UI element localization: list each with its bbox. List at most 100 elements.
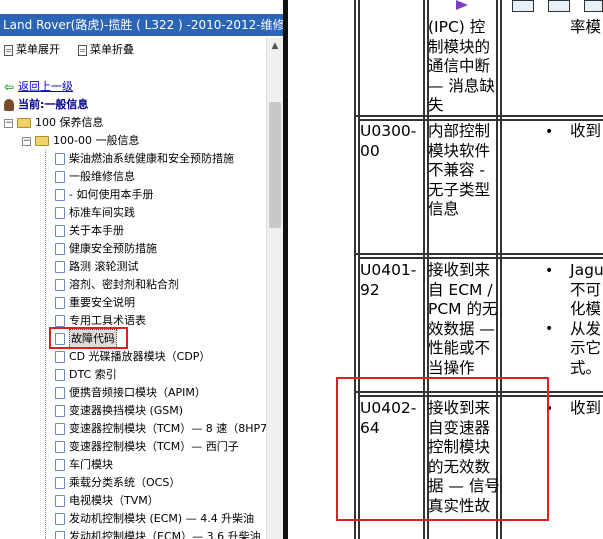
document-icon xyxy=(4,44,13,56)
tree-leaf-label: 一般维修信息 xyxy=(69,170,135,183)
tree-leaf-label: 重要安全说明 xyxy=(69,296,135,309)
page-icon xyxy=(55,315,65,327)
page-icon xyxy=(55,531,65,539)
page-icon xyxy=(55,441,65,453)
tree-leaf-label: 车门模块 xyxy=(69,458,113,471)
tree-leaf[interactable]: 路测 滚轮测试 xyxy=(55,258,139,276)
menu-collapse-button[interactable]: 菜单折叠 xyxy=(78,40,134,60)
tree-leaf[interactable]: 发动机控制模块 (ECM) — 4.4 升柴油 xyxy=(55,510,254,528)
tree-scrollbar[interactable]: ▲ xyxy=(266,38,283,539)
page-icon xyxy=(55,171,65,183)
page-icon xyxy=(55,351,65,363)
back-link-label: 返回上一级 xyxy=(18,80,74,93)
page-icon xyxy=(55,405,65,417)
toolbar-button[interactable] xyxy=(548,0,570,12)
tree-leaf[interactable]: CD 光碟播放器模块（CDP） xyxy=(55,348,210,366)
tree-leaf[interactable]: 重要安全说明 xyxy=(55,294,135,312)
tree-node-label: 100-00 一般信息 xyxy=(53,134,140,147)
page-icon xyxy=(55,387,65,399)
toolbar-button[interactable] xyxy=(512,0,534,12)
tree-leaf[interactable]: 一般维修信息 xyxy=(55,168,135,186)
bullet-icon: • xyxy=(545,263,554,279)
page-icon xyxy=(55,459,65,471)
tree-node-level2[interactable]: − 100-00 一般信息 xyxy=(22,132,139,150)
highlight-box-dtc xyxy=(336,377,549,521)
page-icon xyxy=(55,261,65,273)
page-icon xyxy=(55,243,65,255)
dtc-description: 内部控制 模块软件 不兼容 - 无子类型 信息 xyxy=(428,122,491,218)
collapse-icon[interactable]: − xyxy=(22,136,31,146)
tree-leaf[interactable]: 电视模块（TVM） xyxy=(55,492,159,510)
bullet-icon: • xyxy=(545,124,554,140)
dtc-code: U0300- 00 xyxy=(360,122,417,160)
scroll-up-arrow-icon[interactable]: ▲ xyxy=(267,38,283,54)
tree-leaf[interactable]: 关于本手册 xyxy=(55,222,124,240)
tree-leaf-label: 健康安全预防措施 xyxy=(69,242,157,255)
play-icon[interactable] xyxy=(456,0,468,10)
window-title: Land Rover(路虎)-揽胜 ( L322 ) -2010-2012-维修… xyxy=(0,14,283,36)
collapse-icon[interactable]: − xyxy=(4,118,13,128)
dtc-action: 收到 xyxy=(570,399,602,417)
page-icon xyxy=(55,153,65,165)
tree-leaf[interactable]: 溶剂、密封剂和粘合剂 xyxy=(55,276,179,294)
dtc-action: 收到 xyxy=(570,122,602,140)
tree-leaf[interactable]: - 如何使用本手册 xyxy=(55,186,153,204)
tree-leaf-label: 变速器控制模块（TCM）— 8 速（8HP70） xyxy=(69,422,266,435)
dtc-action: 率模 xyxy=(570,18,602,36)
page-icon xyxy=(55,207,65,219)
tree-node-label: 100 保养信息 xyxy=(35,116,104,129)
tree-leaf-label: 关于本手册 xyxy=(69,224,124,237)
tree-leaf[interactable]: 发动机控制模块（ECM）— 3.6 升柴油 xyxy=(55,528,261,539)
page-icon xyxy=(55,423,65,435)
page-icon xyxy=(55,513,65,525)
navigation-panel: Land Rover(路虎)-揽胜 ( L322 ) -2010-2012-维修… xyxy=(0,0,283,539)
dtc-action: Jagu 不可 化模 从发 示它 式。 xyxy=(570,261,603,377)
tree-leaf[interactable]: 健康安全预防措施 xyxy=(55,240,157,258)
back-arrow-icon: ⇦ xyxy=(4,80,15,94)
document-icon xyxy=(78,44,87,56)
person-icon xyxy=(4,99,14,111)
menu-expand-button[interactable]: 菜单展开 xyxy=(4,40,60,60)
tree-leaf-label: 乘载分类系统（OCS） xyxy=(69,476,181,489)
row-border xyxy=(358,119,603,121)
tree-leaf[interactable]: 便携音频接口模块（APIM） xyxy=(55,384,206,402)
page-icon xyxy=(55,297,65,309)
page-icon xyxy=(55,477,65,489)
tree-leaf-label: 标准车间实践 xyxy=(69,206,135,219)
document-toolbar xyxy=(288,0,603,14)
tree-leaf-label: 路测 滚轮测试 xyxy=(69,260,139,273)
tree-leaf[interactable]: 变速器控制模块（TCM）— 西门子 xyxy=(55,438,239,456)
tree-node-level1[interactable]: − 100 保养信息 xyxy=(4,114,104,132)
row-border xyxy=(354,253,603,255)
tree-leaf-label: CD 光碟播放器模块（CDP） xyxy=(69,350,211,363)
page-icon xyxy=(55,279,65,291)
current-location-label: 当前:一般信息 xyxy=(18,98,89,111)
back-link[interactable]: ⇦ 返回上一级 xyxy=(4,78,73,96)
tree-leaf-label: 变速器换挡模块 (GSM) xyxy=(69,404,184,417)
tree-leaf-label: 电视模块（TVM） xyxy=(69,494,159,507)
toolbar-button[interactable] xyxy=(584,0,603,12)
tree-leaf[interactable]: 柴油燃油系统健康和安全预防措施 xyxy=(55,150,234,168)
page-icon xyxy=(55,189,65,201)
tree-leaf-label: 发动机控制模块（ECM）— 3.6 升柴油 xyxy=(69,530,261,539)
dtc-description: 接收到来自 ECM / PCM 的无 效数据 — 性能或不 当操作 xyxy=(428,261,498,377)
tree-leaf[interactable]: DTC 索引 xyxy=(55,366,117,384)
navigation-tree: ⇦ 返回上一级 当前:一般信息 − 100 保养信息 − 100-00 一般信息… xyxy=(0,78,266,539)
tree-leaf[interactable]: 变速器控制模块（TCM）— 8 速（8HP70） xyxy=(55,420,266,438)
page-icon xyxy=(55,225,65,237)
tree-leaf[interactable]: 车门模块 xyxy=(55,456,113,474)
scrollbar-thumb[interactable] xyxy=(269,102,281,228)
page-icon xyxy=(55,495,65,507)
tree-leaf-label: 溶剂、密封剂和粘合剂 xyxy=(69,278,179,291)
tree-leaf-label: DTC 索引 xyxy=(69,368,117,381)
folder-icon xyxy=(35,136,49,146)
page-icon xyxy=(55,369,65,381)
menu-collapse-label: 菜单折叠 xyxy=(90,43,134,56)
highlight-box-tree xyxy=(49,327,128,349)
tree-guide-line xyxy=(45,150,46,539)
tree-leaf[interactable]: 变速器换挡模块 (GSM) xyxy=(55,402,183,420)
tree-leaf[interactable]: 标准车间实践 xyxy=(55,204,135,222)
tree-leaf[interactable]: 乘载分类系统（OCS） xyxy=(55,474,180,492)
menu-expand-label: 菜单展开 xyxy=(16,43,60,56)
menu-bar: 菜单展开 菜单折叠 xyxy=(0,40,266,60)
